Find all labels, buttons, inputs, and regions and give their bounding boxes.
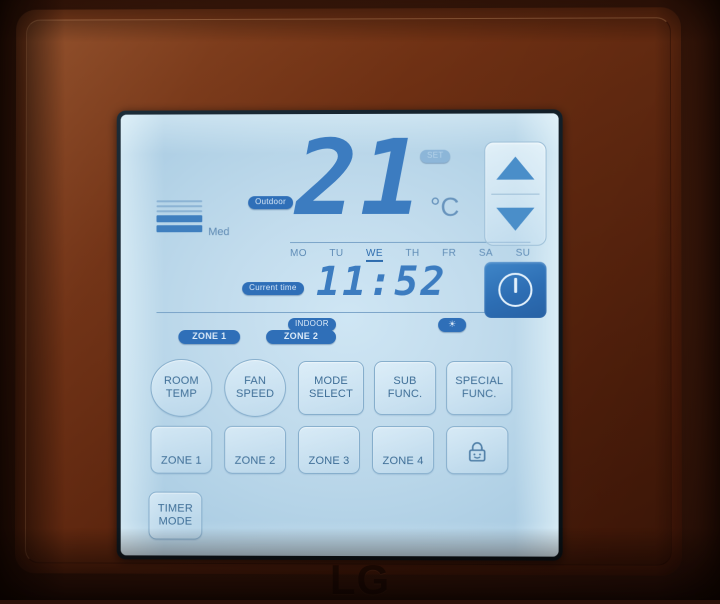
device-photo: Med Outdoor SET 21 °C MO TU WE TH FR SA … bbox=[0, 0, 720, 603]
outdoor-temp-badge: Outdoor bbox=[248, 196, 294, 209]
sub-func-button-label: SUB FUNC. bbox=[387, 375, 423, 401]
set-point-badge: SET bbox=[420, 149, 451, 163]
status-badge-row: INDOOR ZONE 1 ZONE 2 ☀ bbox=[156, 317, 530, 348]
room-temp-button-label: ROOM TEMP bbox=[163, 375, 199, 400]
fan-bar-3 bbox=[156, 210, 203, 213]
chevron-down-icon bbox=[496, 207, 535, 232]
special-func-button-label: SPECIAL FUNC. bbox=[455, 375, 504, 401]
sun-glyph: ☀ bbox=[448, 318, 457, 329]
fan-speed-button-label: FAN SPEED bbox=[236, 375, 275, 400]
lcd-bezel: Med Outdoor SET 21 °C MO TU WE TH FR SA … bbox=[116, 109, 563, 561]
fan-speed-label: Med bbox=[208, 226, 230, 239]
sun-icon: ☀ bbox=[438, 317, 467, 332]
fan-speed-bars bbox=[156, 200, 203, 233]
zone-4-button[interactable]: ZONE 4 bbox=[372, 426, 435, 475]
function-button-row: ROOM TEMP FAN SPEED MODE SELECT SUB FUNC… bbox=[149, 358, 541, 419]
chevron-up-icon bbox=[496, 156, 535, 180]
clock-divider bbox=[156, 311, 531, 314]
lcd-content: Med Outdoor SET 21 °C MO TU WE TH FR SA … bbox=[121, 113, 559, 556]
temperature-unit-label: °C bbox=[430, 191, 460, 222]
lg-brand-logo: LG bbox=[329, 556, 391, 603]
zone-1-button[interactable]: ZONE 1 bbox=[150, 425, 213, 474]
weekday-sa: SA bbox=[478, 247, 494, 259]
zone-3-button[interactable]: ZONE 3 bbox=[298, 425, 361, 475]
fan-bar-2 bbox=[156, 215, 203, 223]
lcd-screen[interactable]: Med Outdoor SET 21 °C MO TU WE TH FR SA … bbox=[120, 113, 559, 557]
indoor-badge: INDOOR bbox=[288, 318, 336, 331]
zone-2-button[interactable]: ZONE 2 bbox=[224, 425, 287, 474]
current-time-value: 11:52 bbox=[316, 258, 447, 306]
outdoor-temperature-value: 21 bbox=[295, 116, 425, 240]
room-temp-button[interactable]: ROOM TEMP bbox=[150, 358, 213, 417]
special-func-button[interactable]: SPECIAL FUNC. bbox=[446, 361, 513, 416]
timer-mode-button-label: TIMER MODE bbox=[157, 502, 193, 528]
current-time-badge: Current time bbox=[242, 282, 304, 295]
status-badge-zone-2: ZONE 2 bbox=[266, 330, 337, 344]
power-icon bbox=[498, 272, 533, 307]
mode-select-button[interactable]: MODE SELECT bbox=[298, 360, 365, 416]
timer-button-row: TIMER MODE bbox=[148, 491, 203, 540]
fan-speed-indicator: Med bbox=[156, 200, 230, 238]
temperature-stepper[interactable] bbox=[484, 141, 547, 246]
weekday-su: SU bbox=[515, 247, 531, 259]
power-button[interactable] bbox=[484, 261, 547, 318]
timer-mode-button[interactable]: TIMER MODE bbox=[148, 491, 203, 540]
fan-bar-1 bbox=[156, 225, 203, 233]
status-badge-zone-1: ZONE 1 bbox=[178, 330, 241, 344]
sub-func-button[interactable]: SUB FUNC. bbox=[374, 361, 437, 416]
temperature-down-button[interactable] bbox=[485, 194, 545, 245]
temperature-up-button[interactable] bbox=[485, 142, 545, 193]
padlock-icon bbox=[466, 441, 488, 469]
mode-select-button-label: MODE SELECT bbox=[309, 375, 354, 401]
zone-button-row: ZONE 1 ZONE 2 ZONE 3 ZONE 4 bbox=[149, 425, 541, 479]
fan-bar-5 bbox=[156, 200, 203, 203]
weekday-mo: MO bbox=[290, 248, 307, 260]
fan-speed-button[interactable]: FAN SPEED bbox=[224, 358, 287, 417]
zone-1-button-label: ZONE 1 bbox=[160, 455, 202, 468]
zone-3-button-label: ZONE 3 bbox=[308, 455, 350, 468]
zone-2-button-label: ZONE 2 bbox=[234, 455, 276, 468]
fan-bar-4 bbox=[156, 205, 203, 208]
child-lock-button[interactable] bbox=[446, 426, 509, 475]
zone-4-button-label: ZONE 4 bbox=[382, 455, 424, 468]
